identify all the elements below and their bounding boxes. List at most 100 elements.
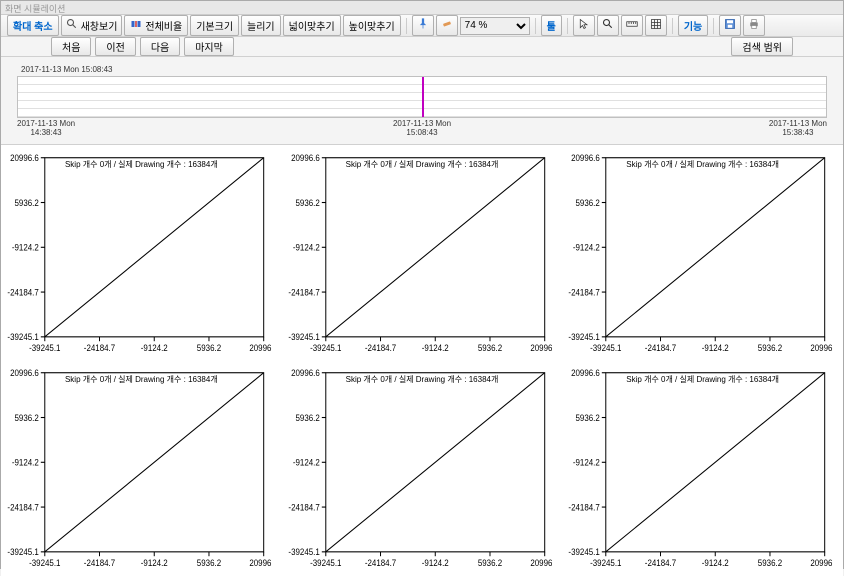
svg-text:5936.2: 5936.2 xyxy=(295,413,320,423)
fit-width-button[interactable]: 넓이맞추기 xyxy=(283,15,341,36)
svg-text:-24184.7: -24184.7 xyxy=(364,342,396,352)
pin-icon xyxy=(417,18,429,33)
default-ratio-button[interactable]: 기본크기 xyxy=(190,15,239,36)
svg-text:5936.2: 5936.2 xyxy=(15,413,40,423)
separator xyxy=(535,18,536,34)
chart-2: Skip 개수 0개 / 실제 Drawing 개수 : 16384개-3924… xyxy=(282,145,563,361)
svg-text:-39245.1: -39245.1 xyxy=(288,547,320,557)
last-button[interactable]: 마지막 xyxy=(184,37,234,56)
app-window: 화면 시뮬레이션 확대 축소 새창보기 전체비율 기본크기 늘리기 넓이맞추기 … xyxy=(0,0,844,569)
svg-text:-9124.2: -9124.2 xyxy=(141,342,168,352)
chart-1: Skip 개수 0개 / 실제 Drawing 개수 : 16384개 -3924… xyxy=(1,145,282,361)
timeline-grid[interactable] xyxy=(17,76,827,118)
svg-text:20996.6: 20996.6 xyxy=(811,342,833,352)
timeline-cursor[interactable] xyxy=(422,77,424,117)
chart-title: Skip 개수 0개 / 실제 Drawing 개수 : 16384개 xyxy=(346,159,499,170)
fit-height-button[interactable]: 높이맞추기 xyxy=(343,15,401,36)
svg-text:-9124.2: -9124.2 xyxy=(421,342,448,352)
svg-text:-24184.7: -24184.7 xyxy=(7,502,39,512)
prev-button[interactable]: 이전 xyxy=(95,37,135,56)
svg-text:-39245.1: -39245.1 xyxy=(310,342,342,352)
svg-text:-24184.7: -24184.7 xyxy=(84,342,116,352)
full-ratio-button[interactable]: 전체비율 xyxy=(124,15,188,36)
zoom-button[interactable]: 확대 축소 xyxy=(7,15,59,36)
magnify-icon xyxy=(602,18,614,33)
chart-title: Skip 개수 0개 / 실제 Drawing 개수 : 16384개 xyxy=(65,374,218,385)
svg-text:-39245.1: -39245.1 xyxy=(29,558,61,568)
svg-text:-24184.7: -24184.7 xyxy=(288,502,320,512)
chart-3: Skip 개수 0개 / 실제 Drawing 개수 : 16384개-3924… xyxy=(562,145,843,361)
ruler-tool-button[interactable] xyxy=(621,15,643,36)
svg-text:5936.2: 5936.2 xyxy=(295,197,320,207)
eraser-button[interactable] xyxy=(436,15,458,36)
separator xyxy=(567,18,568,34)
svg-text:5936.2: 5936.2 xyxy=(758,558,783,568)
svg-text:20996.6: 20996.6 xyxy=(530,342,552,352)
chart-title: Skip 개수 0개 / 실제 Drawing 개수 : 16384개 xyxy=(346,374,499,385)
svg-text:5936.2: 5936.2 xyxy=(758,342,783,352)
print-icon xyxy=(748,18,760,33)
svg-text:-39245.1: -39245.1 xyxy=(7,547,39,557)
svg-text:-9124.2: -9124.2 xyxy=(12,242,39,252)
window-title: 화면 시뮬레이션 xyxy=(1,1,843,15)
chart-svg: -39245.1 -24184.7 -9124.2 5936.2 20996.6 -392… xyxy=(284,149,553,357)
zoom-select[interactable]: 74 % xyxy=(460,17,530,35)
cursor-tool-button[interactable] xyxy=(573,15,595,36)
svg-text:-24184.7: -24184.7 xyxy=(569,287,601,297)
full-ratio-icon xyxy=(130,18,142,33)
pin-button[interactable] xyxy=(412,15,434,36)
grid-icon xyxy=(650,18,662,33)
svg-text:-9124.2: -9124.2 xyxy=(702,342,729,352)
svg-text:20996.6: 20996.6 xyxy=(291,368,320,378)
separator xyxy=(406,18,407,34)
timeline-header: 2017-11-13 Mon 15:08:43 xyxy=(17,65,827,76)
svg-text:-9124.2: -9124.2 xyxy=(12,457,39,467)
svg-text:20996.6: 20996.6 xyxy=(571,152,600,162)
chart-svg: -39245.1 -24184.7 -9124.2 5936.2 20996.6 -392… xyxy=(564,364,833,572)
svg-text:-39245.1: -39245.1 xyxy=(288,331,320,341)
charts-area: Skip 개수 0개 / 실제 Drawing 개수 : 16384개-3924… xyxy=(1,145,843,576)
svg-text:-39245.1: -39245.1 xyxy=(310,558,342,568)
svg-text:5936.2: 5936.2 xyxy=(197,342,222,352)
svg-text:-9124.2: -9124.2 xyxy=(293,242,320,252)
frame-button[interactable]: 툴 xyxy=(541,15,562,36)
nav-toolbar: 처음 이전 다음 마지막 검색 범위 xyxy=(1,37,843,57)
next-button[interactable]: 다음 xyxy=(140,37,180,56)
svg-text:-9124.2: -9124.2 xyxy=(293,457,320,467)
svg-text:-39245.1: -39245.1 xyxy=(569,547,601,557)
svg-text:-9124.2: -9124.2 xyxy=(702,558,729,568)
svg-text:-24184.7: -24184.7 xyxy=(7,287,39,297)
chart-title: Skip 개수 0개 / 실제 Drawing 개수 : 16384개 xyxy=(65,159,218,170)
new-window-button[interactable]: 새창보기 xyxy=(61,15,123,36)
svg-text:-24184.7: -24184.7 xyxy=(569,502,601,512)
save-button[interactable] xyxy=(719,15,741,36)
stretch-button[interactable]: 늘리기 xyxy=(241,15,281,36)
grid-tool-button[interactable] xyxy=(645,15,667,36)
chart-5: Skip 개수 0개 / 실제 Drawing 개수 : 16384개-3924… xyxy=(282,360,563,576)
chart-svg: -39245.1-24184.7-9124.25936.220996.6-392… xyxy=(564,149,833,357)
svg-text:5936.2: 5936.2 xyxy=(576,197,601,207)
chart-svg: -39245.1 -24184.7 -9124.2 5936.2 20996.6 -392… xyxy=(284,364,553,572)
svg-text:5936.2: 5936.2 xyxy=(576,413,601,423)
svg-text:-24184.7: -24184.7 xyxy=(645,558,677,568)
svg-text:-24184.7: -24184.7 xyxy=(288,287,320,297)
timeline-panel: 2017-11-13 Mon 15:08:43 2017-11-13 Mon 1… xyxy=(1,57,843,145)
svg-text:20996.6: 20996.6 xyxy=(291,152,320,162)
search-range-button[interactable]: 검색 범위 xyxy=(731,37,793,56)
magnify-tool-button[interactable] xyxy=(597,15,619,36)
svg-text:-9124.2: -9124.2 xyxy=(141,558,168,568)
first-button[interactable]: 처음 xyxy=(51,37,91,56)
svg-text:-39245.1: -39245.1 xyxy=(590,558,622,568)
print-button[interactable] xyxy=(743,15,765,36)
svg-text:-39245.1: -39245.1 xyxy=(29,342,61,352)
svg-text:-24184.7: -24184.7 xyxy=(645,342,677,352)
svg-text:-9124.2: -9124.2 xyxy=(421,558,448,568)
separator xyxy=(713,18,714,34)
eraser-icon xyxy=(441,18,453,33)
svg-text:-24184.7: -24184.7 xyxy=(364,558,396,568)
svg-text:20996.6: 20996.6 xyxy=(10,152,39,162)
function-button[interactable]: 기능 xyxy=(678,15,708,36)
main-toolbar: 확대 축소 새창보기 전체비율 기본크기 늘리기 넓이맞추기 높이맞추기 xyxy=(1,15,843,37)
separator xyxy=(672,18,673,34)
svg-text:20996.6: 20996.6 xyxy=(571,368,600,378)
